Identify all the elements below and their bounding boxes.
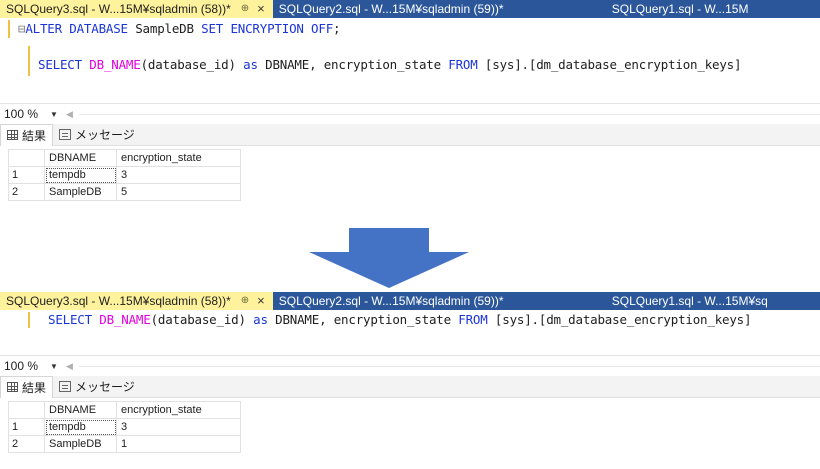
cell-dbname[interactable]: tempdb (44, 166, 117, 184)
tab-label: SQLQuery3.sql - W...15M¥sqladmin (58))* (6, 294, 231, 308)
document-tab-bar: SQLQuery3.sql - W...15M¥sqladmin (58))* … (0, 292, 820, 310)
header-row: DBNAME encryption_state (8, 401, 241, 419)
arrow-shape (309, 228, 469, 288)
column-header[interactable]: encryption_state (116, 149, 241, 167)
keyword-as: as (253, 312, 268, 327)
tab-label: SQLQuery1.sql - W...15M¥sq (611, 294, 768, 308)
zoom-bar: 100 % ▼ ◀ (0, 104, 820, 124)
down-arrow-icon (309, 228, 469, 288)
function-arg: (database_id) (150, 312, 246, 327)
grid-icon (7, 382, 18, 392)
keyword-from: FROM (448, 57, 478, 72)
query-editor[interactable]: ⊟ALTER DATABASE SampleDB SET ENCRYPTION … (0, 18, 820, 104)
cell-encryption-state[interactable]: 3 (116, 418, 241, 436)
code-line-select[interactable]: SELECT DB_NAME(database_id) as DBNAME, e… (38, 57, 742, 72)
tab-messages-label: メッセージ (75, 380, 135, 394)
zoom-bar: 100 % ▼ ◀ (0, 356, 820, 376)
tab-sqlquery1[interactable]: SQLQuery1.sql - W...15M¥sq (606, 292, 820, 310)
row-number-header[interactable] (8, 401, 45, 419)
results-tabs: 結果 メッセージ (0, 123, 820, 146)
tab-sqlquery2[interactable]: SQLQuery2.sql - W...15M¥sqladmin (59))* (273, 292, 606, 310)
pin-icon[interactable]: ⊕ (241, 0, 249, 18)
document-tab-bar: SQLQuery3.sql - W...15M¥sqladmin (58))* … (0, 0, 820, 18)
scroll-left-icon[interactable]: ◀ (66, 109, 73, 120)
keyword-select: SELECT (48, 312, 92, 327)
table-row[interactable]: 1 tempdb 3 (8, 166, 241, 184)
chevron-down-icon[interactable]: ▼ (50, 362, 58, 371)
query-editor[interactable]: SELECT DB_NAME(database_id) as DBNAME, e… (0, 310, 820, 356)
row-number[interactable]: 1 (8, 418, 45, 436)
tab-label: SQLQuery2.sql - W...15M¥sqladmin (59))* (278, 2, 504, 16)
cell-dbname[interactable]: SampleDB (44, 183, 117, 201)
column-header[interactable]: DBNAME (44, 149, 117, 167)
horizontal-scrollbar[interactable] (78, 113, 820, 115)
zoom-level[interactable]: 100 % (4, 107, 38, 121)
keyword-as: as (243, 57, 258, 72)
cell-encryption-state[interactable]: 5 (116, 183, 241, 201)
tab-results[interactable]: 結果 (0, 375, 54, 398)
tab-sqlquery2[interactable]: SQLQuery2.sql - W...15M¥sqladmin (59))* (273, 0, 606, 18)
tab-sqlquery3[interactable]: SQLQuery3.sql - W...15M¥sqladmin (58))* … (0, 0, 273, 18)
tab-messages-label: メッセージ (75, 128, 135, 142)
keyword-select: SELECT (38, 57, 82, 72)
code-line-select[interactable]: SELECT DB_NAME(database_id) as DBNAME, e… (48, 312, 752, 327)
results-grid[interactable]: DBNAME encryption_state 1 tempdb 3 2 Sam… (8, 401, 241, 453)
table-row[interactable]: 2 SampleDB 5 (8, 183, 241, 201)
tab-messages[interactable]: メッセージ (53, 124, 141, 146)
row-number-header[interactable] (8, 149, 45, 167)
row-number[interactable]: 2 (8, 435, 45, 453)
tab-sqlquery1[interactable]: SQLQuery1.sql - W...15M (606, 0, 820, 18)
cell-dbname[interactable]: tempdb (44, 418, 117, 436)
table-name: [sys].[dm_database_encryption_keys] (494, 312, 752, 327)
tab-results-label: 結果 (22, 380, 47, 395)
change-indicator (28, 312, 30, 328)
column-list: DBNAME, encryption_state (265, 57, 441, 72)
horizontal-scrollbar[interactable] (78, 365, 820, 367)
table-name: [sys].[dm_database_encryption_keys] (484, 57, 742, 72)
tab-sqlquery3[interactable]: SQLQuery3.sql - W...15M¥sqladmin (58))* … (0, 292, 273, 310)
statement-end: ; (333, 21, 341, 36)
function-db-name: DB_NAME (99, 312, 151, 327)
tab-label: SQLQuery3.sql - W...15M¥sqladmin (58))* (6, 2, 231, 16)
query-window-after: SQLQuery3.sql - W...15M¥sqladmin (58))* … (0, 292, 820, 469)
function-arg: (database_id) (140, 57, 236, 72)
cell-dbname[interactable]: SampleDB (44, 435, 117, 453)
close-icon[interactable]: × (257, 292, 265, 310)
row-number[interactable]: 1 (8, 166, 45, 184)
database-name: SampleDB (127, 21, 202, 36)
pin-icon[interactable]: ⊕ (241, 292, 249, 310)
keyword-set-encryption: SET ENCRYPTION OFF (201, 21, 334, 36)
results-grid[interactable]: DBNAME encryption_state 1 tempdb 3 2 Sam… (8, 149, 241, 201)
chevron-down-icon[interactable]: ▼ (50, 110, 58, 119)
cell-encryption-state[interactable]: 1 (116, 435, 241, 453)
keyword-from: FROM (458, 312, 488, 327)
row-number[interactable]: 2 (8, 183, 45, 201)
close-icon[interactable]: × (257, 0, 265, 18)
code-line-alter[interactable]: ⊟ALTER DATABASE SampleDB SET ENCRYPTION … (18, 21, 341, 36)
tab-label: SQLQuery1.sql - W...15M (611, 2, 749, 16)
column-header[interactable]: DBNAME (44, 401, 117, 419)
message-icon (59, 129, 72, 140)
zoom-level[interactable]: 100 % (4, 359, 38, 373)
header-row: DBNAME encryption_state (8, 149, 241, 167)
message-icon (59, 381, 72, 392)
tab-messages[interactable]: メッセージ (53, 376, 141, 398)
table-row[interactable]: 1 tempdb 3 (8, 418, 241, 436)
tab-label: SQLQuery2.sql - W...15M¥sqladmin (59))* (278, 294, 504, 308)
function-db-name: DB_NAME (89, 57, 141, 72)
table-row[interactable]: 2 SampleDB 1 (8, 435, 241, 453)
tab-results[interactable]: 結果 (0, 123, 54, 146)
grid-icon (7, 130, 18, 140)
query-window-before: SQLQuery3.sql - W...15M¥sqladmin (58))* … (0, 0, 820, 226)
column-list: DBNAME, encryption_state (275, 312, 451, 327)
change-indicator (28, 46, 30, 76)
column-header[interactable]: encryption_state (116, 401, 241, 419)
cell-encryption-state[interactable]: 3 (116, 166, 241, 184)
tab-results-label: 結果 (22, 128, 47, 143)
change-indicator (8, 20, 10, 38)
keyword-alter: ALTER DATABASE (25, 21, 128, 36)
results-tabs: 結果 メッセージ (0, 375, 820, 398)
scroll-left-icon[interactable]: ◀ (66, 361, 73, 372)
